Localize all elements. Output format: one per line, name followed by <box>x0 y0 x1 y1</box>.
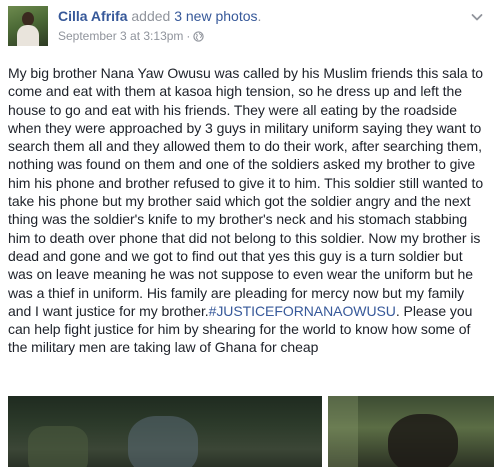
meta-separator: · <box>186 29 191 43</box>
post-body-paragraph: My big brother Nana Yaw Owusu was called… <box>8 64 488 357</box>
photo-1-detail <box>28 426 88 467</box>
headline-period: . <box>257 8 262 24</box>
photo-2-detail <box>328 396 358 467</box>
post-headline: Cilla Afrifa added 3 new photos. <box>58 7 456 25</box>
photo-1-detail <box>128 416 198 467</box>
header-text: Cilla Afrifa added 3 new photos. Septemb… <box>58 7 456 44</box>
hashtag-link[interactable]: #JUSTICEFORNANAOWUSU <box>209 303 396 319</box>
post-header: Cilla Afrifa added 3 new photos. Septemb… <box>8 6 486 54</box>
photo-2-detail <box>388 414 458 467</box>
post-meta: September 3 at 3:13pm · <box>58 28 456 44</box>
avatar[interactable] <box>8 6 48 46</box>
post-body: My big brother Nana Yaw Owusu was called… <box>8 65 484 319</box>
photo-2[interactable] <box>328 396 494 467</box>
post-text: My big brother Nana Yaw Owusu was called… <box>8 64 488 357</box>
photo-grid <box>8 396 494 467</box>
timestamp[interactable]: September 3 at 3:13pm <box>58 29 183 43</box>
globe-icon[interactable] <box>193 30 205 42</box>
avatar-body <box>17 25 39 46</box>
photo-1[interactable] <box>8 396 322 467</box>
photos-link[interactable]: 3 new photos <box>174 8 257 24</box>
author-name[interactable]: Cilla Afrifa <box>58 8 128 24</box>
action-text: added <box>127 8 175 24</box>
chevron-down-icon[interactable] <box>470 10 484 24</box>
avatar-head <box>22 12 34 26</box>
